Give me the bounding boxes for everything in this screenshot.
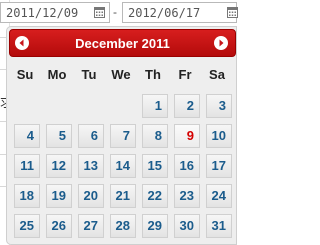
- weekday-label: Tu: [81, 67, 97, 82]
- day-cell[interactable]: 26: [46, 214, 72, 238]
- day-cell[interactable]: 3: [206, 94, 232, 118]
- day-cell[interactable]: 4: [14, 124, 40, 148]
- weekday-label: Th: [145, 67, 161, 82]
- day-cell[interactable]: 15: [142, 154, 168, 178]
- end-date-input[interactable]: 2012/06/17: [122, 2, 238, 23]
- day-cell[interactable]: 21: [110, 184, 136, 208]
- day-cell[interactable]: 8: [142, 124, 168, 148]
- weekday-label: Fr: [178, 67, 192, 82]
- day-cell[interactable]: 14: [110, 154, 136, 178]
- chevron-right-icon: [219, 39, 224, 47]
- start-date-value: 2011/12/09: [6, 6, 79, 20]
- datepicker-popup: December 2011 Su Mo Tu We Th Fr Sa 12345…: [6, 26, 237, 245]
- day-cell[interactable]: 18: [14, 184, 40, 208]
- day-cell[interactable]: 24: [206, 184, 232, 208]
- start-date-input[interactable]: 2011/12/09: [0, 2, 110, 23]
- day-cell[interactable]: 27: [78, 214, 104, 238]
- weekday-label: Sa: [209, 67, 225, 82]
- day-cell[interactable]: 30: [174, 214, 200, 238]
- weekday-header-row: Su Mo Tu We Th Fr Sa: [11, 67, 235, 83]
- day-cell[interactable]: 12: [46, 154, 72, 178]
- day-cell[interactable]: 6: [78, 124, 104, 148]
- month-title: December 2011: [75, 36, 170, 51]
- day-cell[interactable]: 17: [206, 154, 232, 178]
- day-cell[interactable]: 5: [46, 124, 72, 148]
- day-cell[interactable]: 2: [174, 94, 200, 118]
- day-cell[interactable]: 31: [206, 214, 232, 238]
- day-cell[interactable]: 28: [110, 214, 136, 238]
- day-cell[interactable]: 1: [142, 94, 168, 118]
- day-cell[interactable]: 13: [78, 154, 104, 178]
- calendar-icon[interactable]: [94, 7, 105, 18]
- calendar-icon[interactable]: [227, 7, 238, 18]
- day-cell[interactable]: 25: [14, 214, 40, 238]
- next-month-button[interactable]: [214, 36, 228, 50]
- day-cell[interactable]: 23: [174, 184, 200, 208]
- date-range-separator: -: [113, 5, 117, 19]
- day-cell[interactable]: 11: [14, 154, 40, 178]
- weekday-label: We: [111, 67, 131, 82]
- day-cell[interactable]: 7: [110, 124, 136, 148]
- day-cell[interactable]: 22: [142, 184, 168, 208]
- day-cell[interactable]: 10: [206, 124, 232, 148]
- day-cell[interactable]: 16: [174, 154, 200, 178]
- day-cell-highlighted[interactable]: 9: [174, 124, 200, 148]
- datepicker-header: December 2011: [9, 29, 236, 57]
- day-cell[interactable]: 19: [46, 184, 72, 208]
- day-cell[interactable]: 20: [78, 184, 104, 208]
- end-date-value: 2012/06/17: [128, 6, 201, 20]
- day-cell[interactable]: 29: [142, 214, 168, 238]
- weekday-label: Su: [16, 67, 34, 82]
- weekday-label: Mo: [47, 67, 67, 82]
